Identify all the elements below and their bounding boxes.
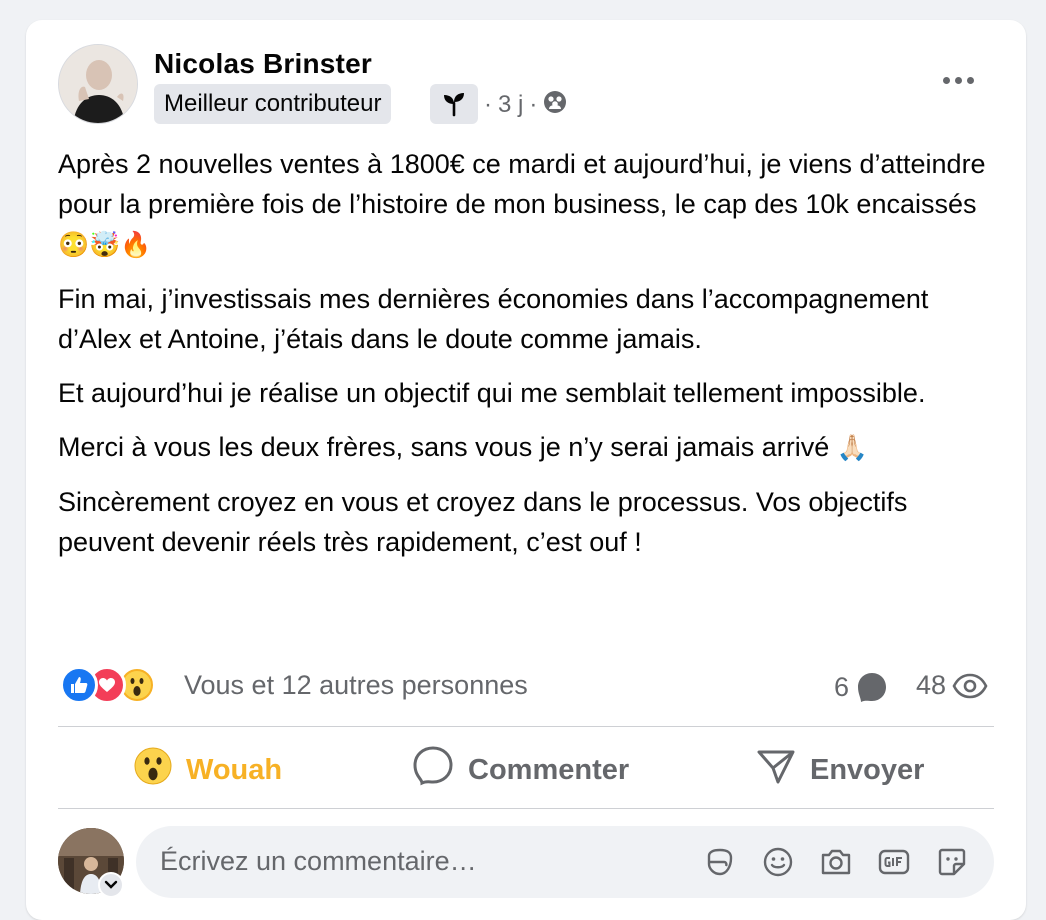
reactions-row: Vous et 12 autres personnes 6 48 (60, 664, 996, 708)
like-icon (60, 666, 98, 704)
more-dot (942, 76, 950, 84)
contributor-badge[interactable]: Meilleur contributeur (154, 84, 392, 124)
paragraph-text: Et aujourd’hui je réalise un objectif qu… (58, 378, 926, 408)
post-body: Après 2 nouvelles ventes à 1800€ ce mard… (58, 144, 988, 576)
send-icon (756, 746, 796, 794)
post-paragraph: Fin mai, j’investissais mes dernières éc… (58, 279, 988, 359)
post-time[interactable]: 3 j (498, 91, 523, 119)
more-dot (954, 76, 962, 84)
meta-dot: · (484, 91, 492, 118)
views-count[interactable]: 48 (916, 670, 988, 701)
comment-input-box[interactable]: Écrivez un commentaire… (136, 826, 994, 898)
emoji-icon[interactable] (760, 844, 796, 880)
paragraph-text: Sincèrement croyez en vous et croyez dan… (58, 487, 908, 557)
comments-count-value: 6 (834, 671, 850, 702)
paragraph-emoji: 🙏🏻 (836, 434, 868, 462)
comment-label: Commenter (468, 753, 630, 786)
comment-button[interactable]: Commenter (412, 744, 629, 796)
eye-icon (952, 673, 988, 698)
group-members-icon[interactable] (543, 90, 567, 121)
post-paragraph: Après 2 nouvelles ventes à 1800€ ce mard… (58, 144, 988, 265)
chevron-down-icon[interactable] (98, 872, 124, 898)
author-avatar[interactable] (58, 44, 138, 124)
comment-input[interactable]: Écrivez un commentaire… (160, 846, 477, 877)
paragraph-text: Après 2 nouvelles ventes à 1800€ ce mard… (58, 149, 986, 219)
send-button[interactable]: Envoyer (756, 744, 924, 796)
send-label: Envoyer (810, 753, 925, 786)
wow-emoji-icon (134, 747, 172, 793)
post-meta: · 3 j · (484, 90, 567, 120)
avatar-sticker-icon[interactable] (702, 844, 738, 880)
divider (58, 726, 994, 727)
comment-icon (412, 745, 454, 795)
post-paragraph: Merci à vous les deux frères, sans vous … (58, 427, 988, 468)
camera-icon[interactable] (818, 844, 854, 880)
post-paragraph: Et aujourd’hui je réalise un objectif qu… (58, 373, 988, 413)
reactions-summary[interactable]: Vous et 12 autres personnes (184, 670, 528, 701)
gif-icon[interactable] (876, 844, 912, 880)
paragraph-text: Fin mai, j’investissais mes dernières éc… (58, 284, 929, 354)
comment-bubble-icon (858, 673, 887, 702)
wouah-reaction-button[interactable]: Wouah (134, 744, 282, 796)
wouah-label: Wouah (186, 753, 283, 786)
meta-dot: · (529, 91, 538, 118)
author-name[interactable]: Nicolas Brinster (154, 48, 372, 80)
reaction-icons[interactable] (60, 666, 180, 706)
sprout-badge-icon[interactable] (430, 84, 478, 124)
comment-tools (702, 844, 970, 880)
comments-count[interactable]: 6 (834, 670, 889, 704)
views-count-value: 48 (916, 670, 947, 700)
paragraph-emoji: 😳🤯🔥 (58, 231, 152, 259)
divider (58, 808, 994, 809)
paragraph-text: Merci à vous les deux frères, sans vous … (58, 432, 837, 462)
more-dot (966, 76, 974, 84)
post-paragraph: Sincèrement croyez en vous et croyez dan… (58, 482, 988, 562)
post-card: Nicolas Brinster Meilleur contributeur ·… (26, 20, 1026, 920)
sticker-icon[interactable] (934, 844, 970, 880)
more-options-button[interactable] (932, 60, 984, 100)
